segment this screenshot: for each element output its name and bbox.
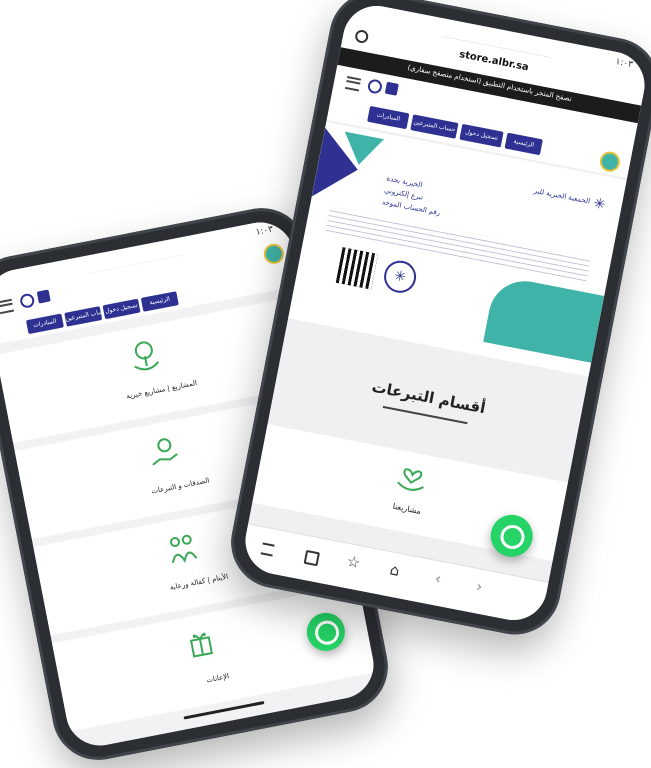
gift-icon [189,632,214,658]
front-phone: ١:٠٣ store.albr.sa تصفح المتجر باستخدام … [223,0,651,643]
back-nav-button[interactable]: المبادرات [25,313,64,335]
back-whatsapp-icon[interactable] [19,292,36,309]
back-logo [262,242,286,266]
menu-icon[interactable] [260,542,275,557]
coin-hand-icon [152,438,178,466]
back-icon[interactable]: ‹ [434,569,443,588]
org-name: الجمعية الخيرية للبر [533,186,591,206]
front-status-time: ١:٠٣ [614,57,634,71]
front-twitter-icon[interactable] [384,81,399,96]
back-status-time: ١:٠٣ [254,224,275,238]
back-nav-button[interactable]: حساب المتبرعين [64,306,103,327]
front-phone-screen: ١:٠٣ store.albr.sa تصفح المتجر باستخدام … [239,0,651,626]
front-whatsapp-icon[interactable] [366,78,384,95]
front-menu-icon[interactable] [344,76,362,92]
qr-code [335,247,379,290]
teal-panel [483,275,605,363]
back-menu-icon[interactable] [0,298,15,315]
doc-line: رقم الحساب الموحد [381,198,441,218]
back-twitter-icon[interactable] [36,289,51,304]
heart-hands-icon [397,468,424,491]
back-nav-button[interactable]: الرئيسية [140,291,179,312]
people-icon [169,534,198,564]
tabs-icon[interactable] [303,549,320,567]
chevron-graphic [311,127,385,197]
front-logo [598,149,622,174]
section-title: أقسام التبرعات [370,377,487,418]
front-nav-button[interactable]: الرئيسية [504,132,543,156]
front-nav-button[interactable]: حساب المتبرعين [410,114,459,139]
home-icon[interactable]: ⌂ [388,560,401,579]
front-nav-button[interactable]: تسجيل دخول [459,123,504,148]
forward-icon[interactable]: › [475,577,484,596]
back-nav-button[interactable]: تسجيل دخول [102,298,141,320]
star-logo-icon: ✳ [592,195,607,214]
tree-hands-icon [134,341,160,371]
seal-icon: ✳ [381,258,419,296]
star-icon[interactable]: ☆ [345,552,362,572]
front-nav-button[interactable]: المبادرات [367,105,410,130]
